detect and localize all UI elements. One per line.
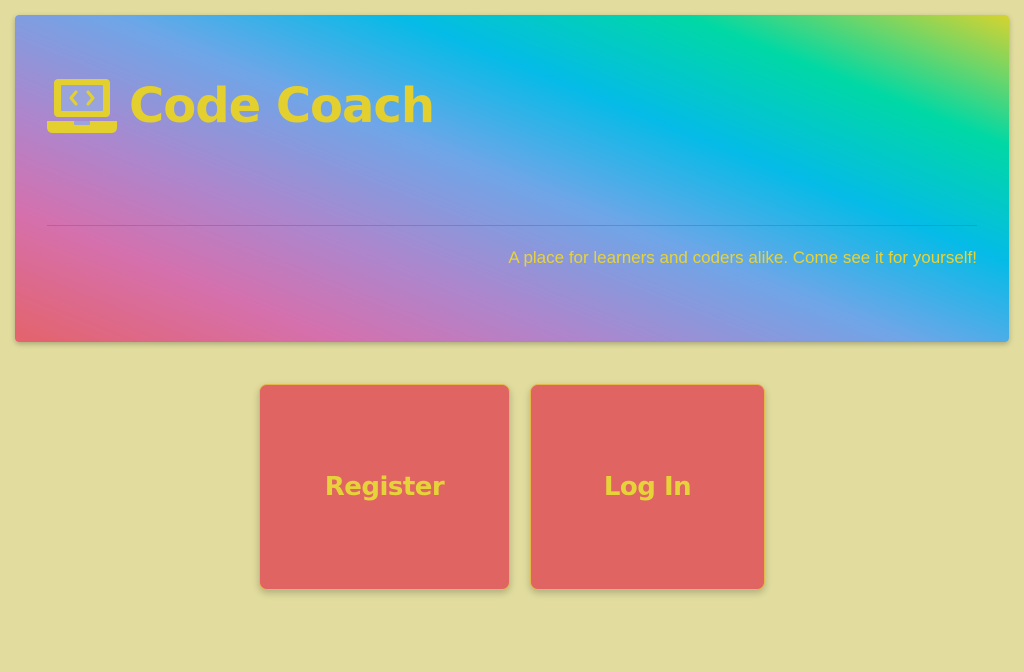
hero-divider <box>47 225 977 226</box>
login-label: Log In <box>603 472 692 502</box>
hero-banner: Code Coach A place for learners and code… <box>15 15 1009 342</box>
tagline: A place for learners and coders alike. C… <box>508 248 977 267</box>
login-button[interactable]: Log In <box>530 384 765 590</box>
register-button[interactable]: Register <box>259 384 510 590</box>
register-label: Register <box>324 472 445 502</box>
laptop-code-icon <box>47 79 117 133</box>
brand-logo[interactable]: Code Coach <box>47 77 435 135</box>
app-title: Code Coach <box>129 78 435 134</box>
